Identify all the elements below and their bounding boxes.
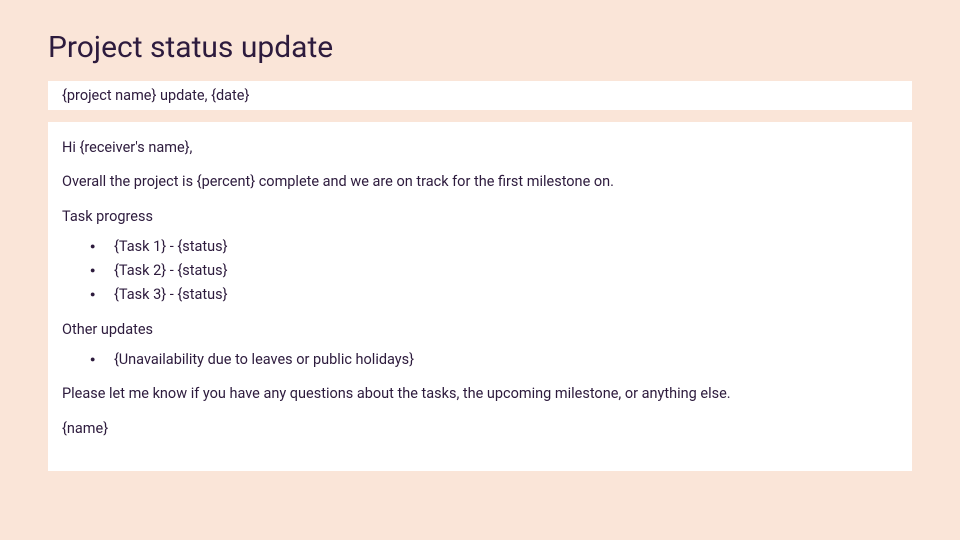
signature-text: {name} — [62, 419, 898, 439]
page-title: Project status update — [48, 30, 912, 65]
other-updates-list: {Unavailability due to leaves or public … — [62, 350, 898, 370]
list-item: {Task 3} - {status} — [90, 285, 898, 305]
task-list: {Task 1} - {status} {Task 2} - {status} … — [62, 237, 898, 306]
overview-text: Overall the project is {percent} complet… — [62, 172, 898, 192]
list-item: {Unavailability due to leaves or public … — [90, 350, 898, 370]
other-updates-label: Other updates — [62, 320, 898, 340]
list-item: {Task 1} - {status} — [90, 237, 898, 257]
closing-text: Please let me know if you have any quest… — [62, 384, 898, 404]
email-body: Hi {receiver's name}, Overall the projec… — [48, 122, 912, 471]
greeting-text: Hi {receiver's name}, — [62, 138, 898, 158]
subject-line: {project name} update, {date} — [48, 81, 912, 110]
list-item: {Task 2} - {status} — [90, 261, 898, 281]
task-progress-label: Task progress — [62, 207, 898, 227]
